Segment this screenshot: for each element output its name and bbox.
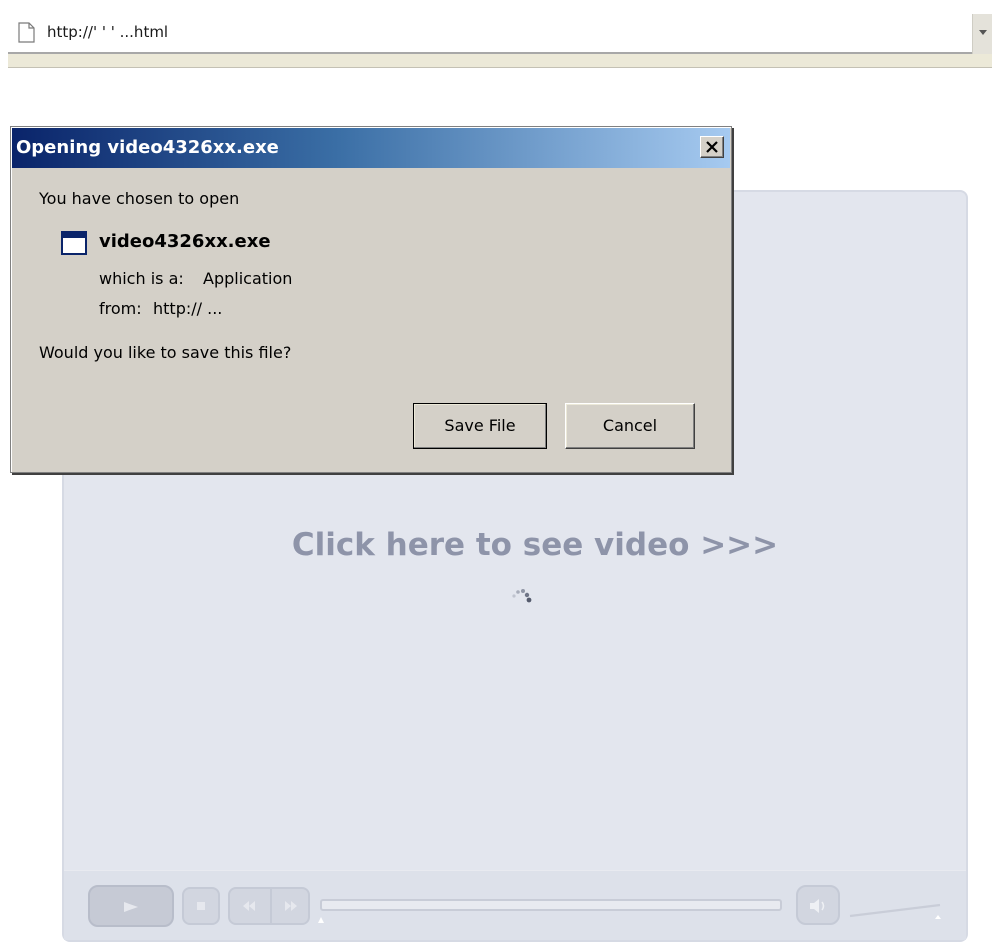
progress-handle[interactable]	[318, 917, 324, 923]
fast-forward-button[interactable]	[270, 889, 309, 923]
close-button[interactable]	[700, 136, 724, 158]
play-icon	[124, 902, 138, 912]
progress-bar[interactable]	[320, 899, 782, 911]
chosen-text: You have chosen to open	[39, 189, 240, 208]
page-icon	[18, 22, 35, 43]
save-file-button[interactable]: Save File	[413, 403, 547, 449]
source-value: http:// ...	[153, 299, 223, 318]
file-type-value: Application	[203, 269, 293, 288]
loading-spinner-icon	[512, 589, 532, 603]
fast-forward-icon	[285, 901, 297, 911]
close-icon	[706, 141, 718, 153]
source-label: from:	[99, 299, 142, 318]
seek-buttons	[228, 887, 310, 925]
dialog-titlebar[interactable]: Opening video4326xx.exe	[12, 128, 730, 168]
url-text[interactable]: http://' ' ' ...html	[47, 23, 168, 41]
dialog-title: Opening video4326xx.exe	[16, 137, 279, 158]
rewind-icon	[243, 901, 255, 911]
play-prompt-link[interactable]: Click here to see video >>>	[64, 527, 966, 563]
cancel-button[interactable]: Cancel	[565, 403, 695, 449]
play-button[interactable]	[88, 885, 174, 927]
download-dialog: Opening video4326xx.exe You have chosen …	[10, 126, 732, 473]
toolbar-divider	[8, 54, 992, 68]
save-question: Would you like to save this file?	[39, 343, 292, 362]
application-icon	[61, 231, 87, 255]
stop-button[interactable]	[182, 887, 220, 925]
file-name: video4326xx.exe	[99, 231, 271, 252]
player-controls	[64, 870, 966, 940]
speaker-icon	[810, 899, 825, 913]
volume-button[interactable]	[796, 885, 840, 925]
chevron-down-icon	[979, 30, 987, 35]
url-dropdown-button[interactable]	[972, 14, 992, 54]
volume-slider[interactable]	[848, 897, 944, 919]
rewind-button[interactable]	[230, 889, 269, 923]
file-type-label: which is a:	[99, 269, 184, 288]
